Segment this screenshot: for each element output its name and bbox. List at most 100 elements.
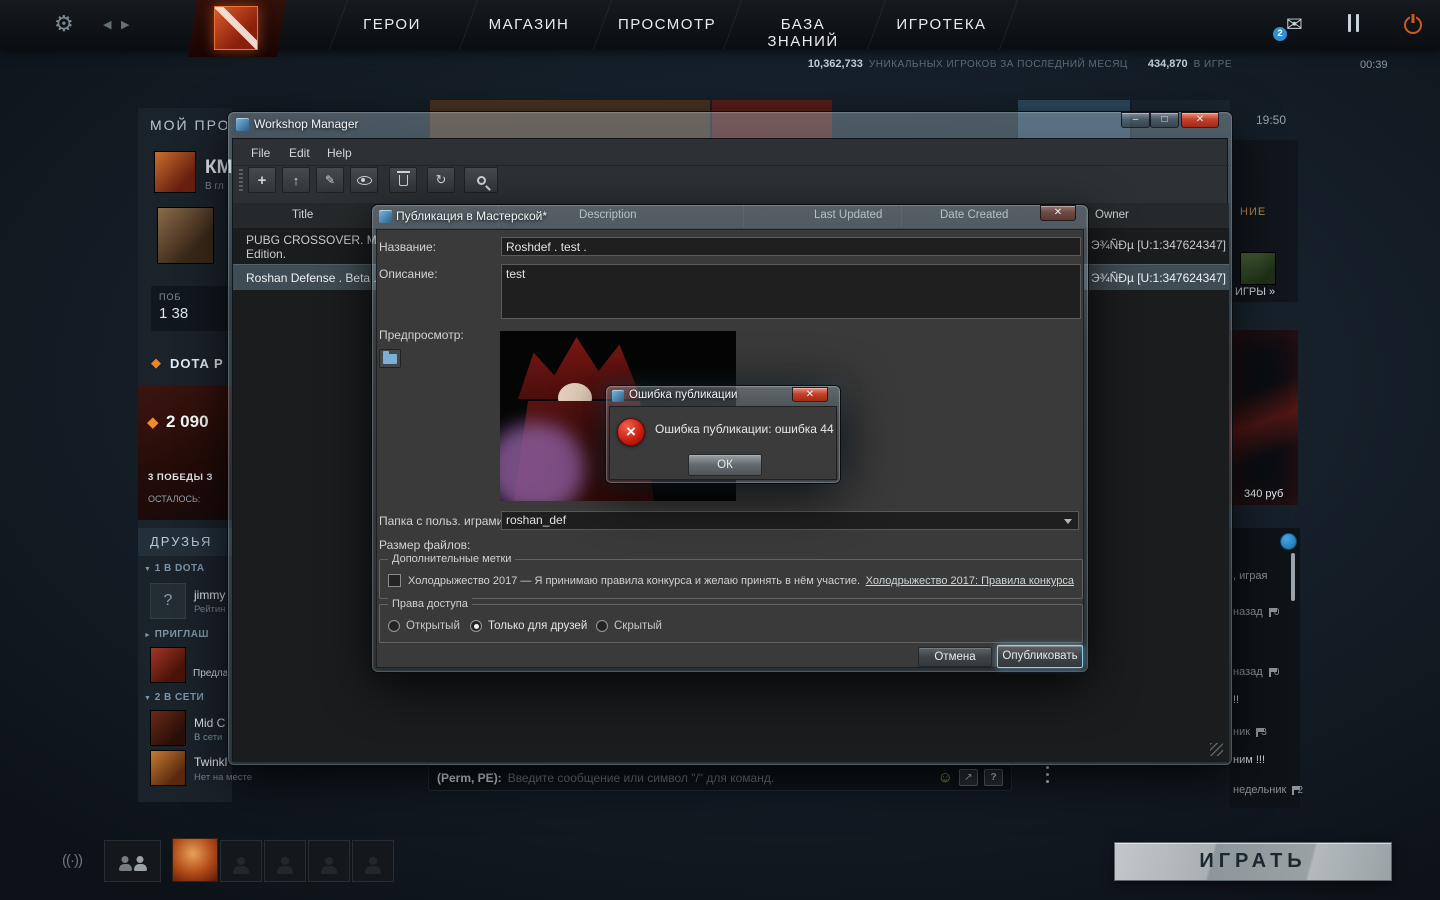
col-title[interactable]: Title [292,209,313,221]
avatar[interactable] [1240,252,1276,285]
search-icon [477,176,486,185]
access-groupbox: Права доступа Открытый Только для друзей… [379,604,1083,643]
cancel-button[interactable]: Отмена [918,647,992,667]
chat-menu-icon[interactable] [1046,766,1049,769]
toolbar-grip[interactable] [239,169,243,191]
avatar[interactable] [150,710,186,746]
upload-button[interactable]: ↑ [282,167,310,193]
description-textarea[interactable]: test [501,264,1081,319]
players-value: 10,362,733 [808,58,863,70]
minimize-button[interactable]: – [1121,112,1150,128]
view-button[interactable] [350,167,378,193]
friends-group-indota[interactable]: ▼ 1 В DOTA [144,563,205,574]
party-empty-slot[interactable] [308,840,350,882]
avatar[interactable] [154,151,196,193]
chat-send-to-icon[interactable]: ↗ [959,769,978,786]
menu-help[interactable]: Help [327,146,352,160]
chat-scrollbar[interactable] [1291,553,1295,601]
party-empty-slot[interactable] [352,840,394,882]
party-empty-slot[interactable] [220,840,262,882]
person-silhouette-icon [321,866,337,874]
games-link[interactable]: ИГРЫ » [1235,286,1275,298]
refresh-button[interactable]: ↻ [427,167,455,193]
power-icon[interactable] [1404,16,1422,34]
settings-gear-icon[interactable]: ⚙ [54,11,74,37]
player-stats: 10,362,733 УНИКАЛЬНЫХ ИГРОКОВ ЗА ПОСЛЕДН… [690,58,1232,70]
access-friends-radio[interactable] [470,620,482,632]
mail-icon[interactable]: ✉ [1286,12,1303,37]
nav-store[interactable]: МАГАЗИН [484,16,574,33]
record-card: ПОБ 1 38 [151,286,231,331]
error-dialog[interactable]: Ошибка публикации ✕ × Ошибка публикации:… [606,386,840,483]
record-label: ПОБ [159,292,181,302]
chat-placeholder: Введите сообщение или символ "/" для ком… [508,771,932,785]
utensils-icon[interactable] [1346,14,1366,34]
friend-status: Рейтин [194,604,225,615]
nav-watch[interactable]: ПРОСМОТР [618,16,713,33]
contest-rules-link[interactable]: Холодрыжество 2017: Правила конкурса [866,575,1074,587]
add-item-button[interactable]: + [248,167,276,193]
dota2-logo[interactable] [188,0,286,57]
media-prev-icon[interactable]: ◀ [103,18,111,31]
chat-help-icon[interactable]: ? [984,769,1003,786]
media-next-icon[interactable]: ▶ [121,18,129,31]
friend-name[interactable]: Twinkl [194,755,227,769]
delete-button[interactable] [389,167,417,193]
chevron-down-icon: ▼ [144,695,151,702]
invite-text[interactable]: Предла [193,668,228,679]
price-label: 340 руб [1244,488,1283,500]
publish-button[interactable]: Опубликовать [997,645,1083,668]
nav-arcade[interactable]: ИГРОТЕКА [894,16,989,33]
window-title: Workshop Manager [254,117,359,131]
folder-combobox[interactable]: roshan_def [501,511,1079,530]
dotaplus-gem-icon: ◆ [151,355,161,371]
shards-value: 2 090 [166,412,209,432]
chevron-down-icon: ▼ [144,566,151,573]
maximize-button[interactable]: □ [1150,112,1179,128]
access-open-radio[interactable] [388,620,400,632]
right-panel: НИЕ ИГРЫ » [1230,140,1298,302]
friends-group-invites[interactable]: ► ПРИГЛАШ [144,629,209,640]
dota2-logo-icon [214,6,258,50]
tags-group-label: Дополнительные метки [388,553,515,565]
nav-heroes[interactable]: ГЕРОИ [352,16,432,33]
access-hidden-radio[interactable] [596,620,608,632]
error-close-button[interactable]: ✕ [792,387,828,402]
col-owner[interactable]: Owner [1095,209,1129,221]
description-label: Описание: [379,267,438,281]
party-empty-slot[interactable] [264,840,306,882]
resize-grip[interactable] [1210,743,1223,756]
edit-button[interactable]: ✎ [316,167,344,193]
avatar[interactable] [150,750,186,786]
chat-input[interactable]: (Perm, PE): Введите сообщение или символ… [428,764,1012,791]
search-button[interactable] [464,167,498,193]
eye-icon [357,176,372,185]
browse-folder-button[interactable] [379,349,401,368]
publish-close-button[interactable]: ✕ [1040,205,1076,221]
broadcast-icon[interactable]: ((·)) [62,852,82,869]
contest-checkbox[interactable] [388,574,401,587]
ok-button[interactable]: ОК [688,454,762,476]
play-button[interactable]: ИГРАТЬ [1114,842,1392,881]
menu-file[interactable]: File [251,146,270,160]
party-group-slot[interactable] [104,840,161,882]
row-owner: Э¾ÑÐµ [U:1:347624347] [1091,238,1226,252]
avatar[interactable] [150,647,186,683]
nav-learn[interactable]: БАЗА ЗНАНИЙ [744,16,862,50]
avatar[interactable] [157,207,214,264]
party-hero-slot[interactable] [172,838,218,882]
menu-edit[interactable]: Edit [289,146,310,160]
chat-line: назад 0 [1233,666,1279,678]
name-input[interactable] [501,237,1081,256]
emoji-icon[interactable]: ☺ [938,770,953,785]
friend-name[interactable]: jimmy [194,588,225,602]
chat-channel-icon[interactable] [1280,533,1297,550]
close-button[interactable]: ✕ [1181,112,1219,128]
trash-icon [399,175,408,186]
friends-group-online[interactable]: ▼ 2 В СЕТИ [144,692,204,703]
avatar[interactable]: ? [150,583,186,619]
shop-panel[interactable]: 340 руб [1230,330,1298,505]
friend-name[interactable]: Mid C [194,716,225,730]
panel-fragment: НИЕ [1240,206,1266,218]
chat-line: !! [1233,694,1239,706]
